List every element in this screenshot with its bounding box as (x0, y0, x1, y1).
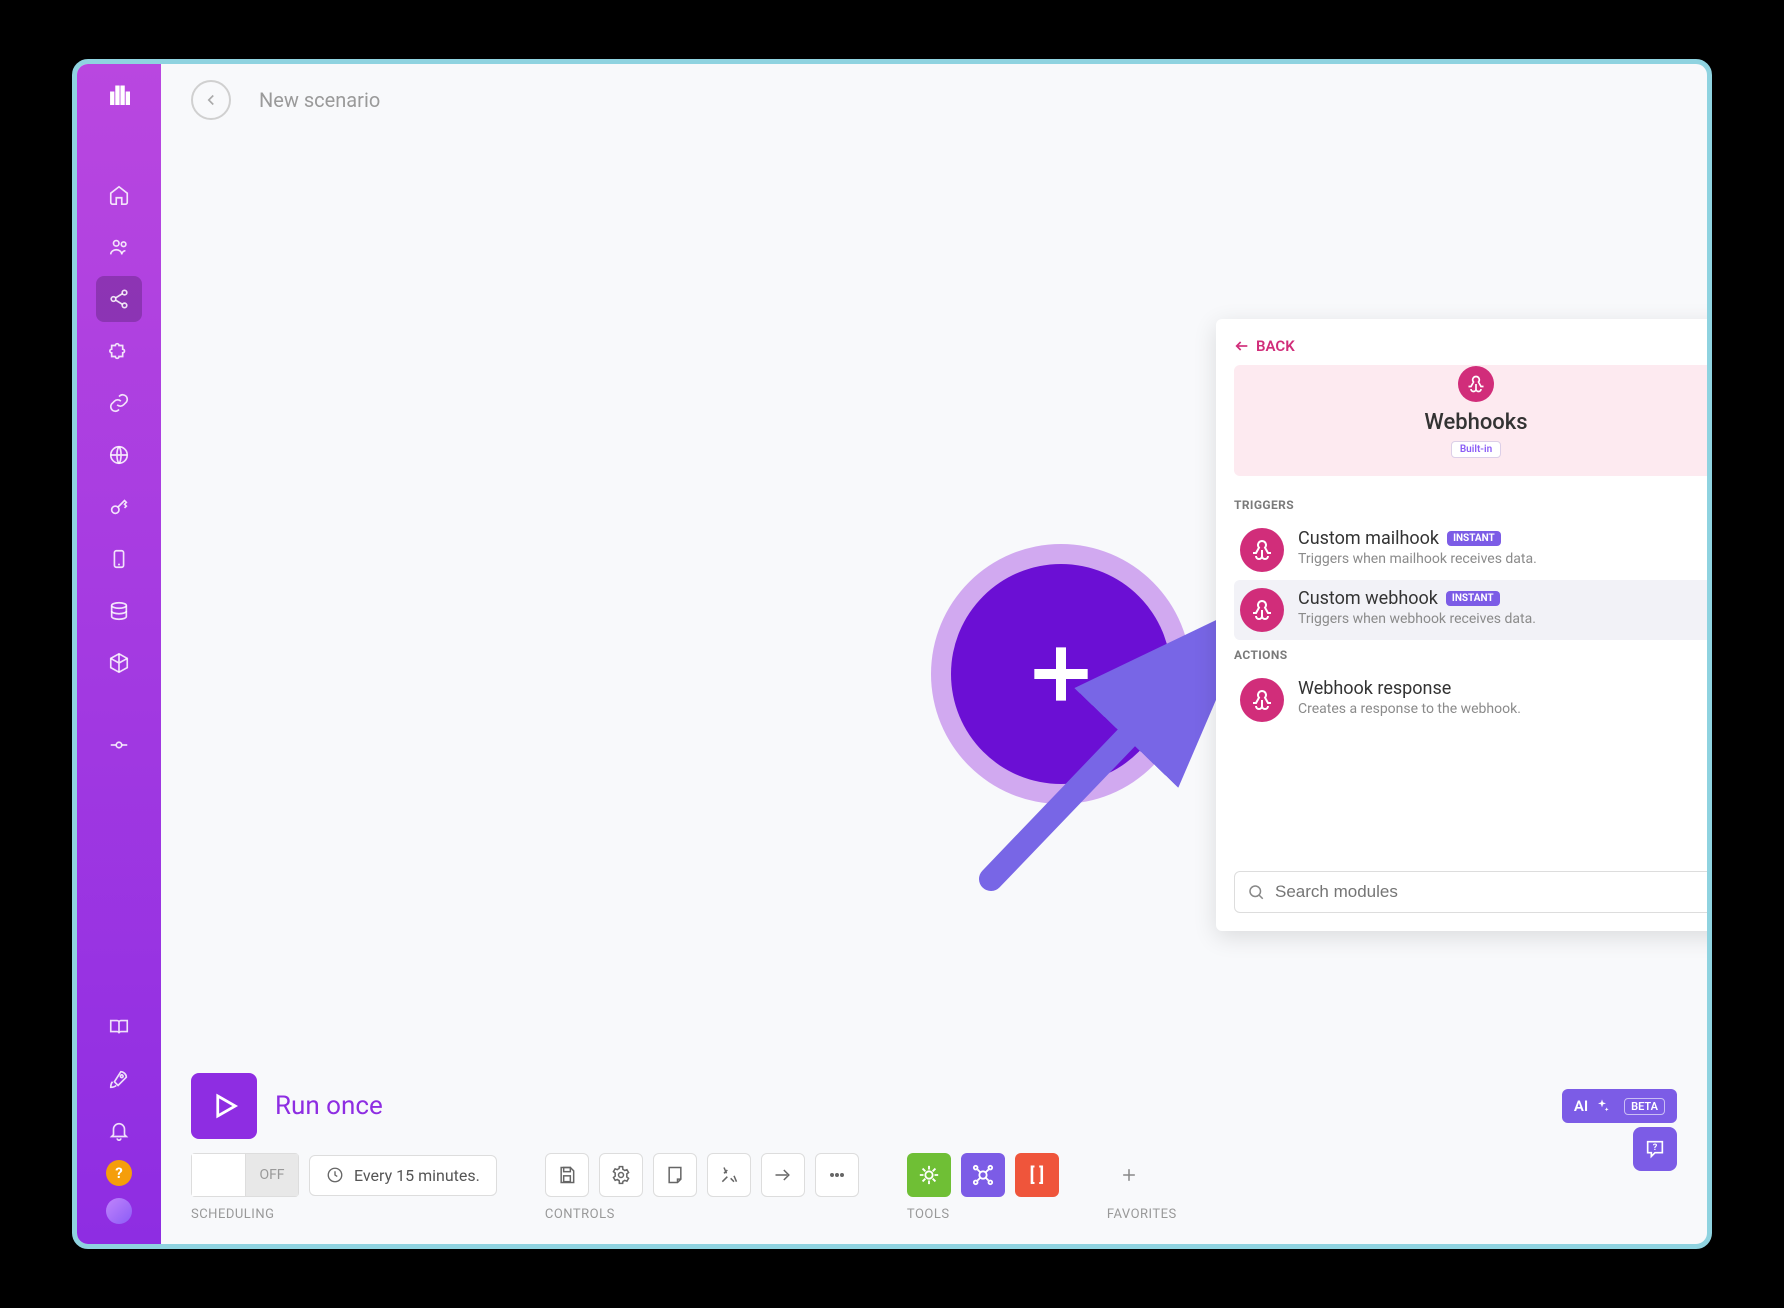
canvas[interactable]: New scenario BACK Webhooks Bu (161, 64, 1707, 1244)
actions-section-label: ACTIONS (1234, 648, 1712, 662)
more-button[interactable] (815, 1153, 859, 1197)
save-button[interactable] (545, 1153, 589, 1197)
logo: ıllı (108, 82, 129, 112)
scheduling-group: OFF Every 15 minutes. SCHEDULING (191, 1153, 497, 1222)
sidebar-avatar[interactable] (106, 1198, 132, 1224)
add-favorite-button[interactable] (1107, 1153, 1151, 1197)
panel-back-button[interactable]: BACK (1234, 337, 1712, 355)
switch-off-label: OFF (246, 1154, 298, 1196)
tools-label: TOOLS (907, 1207, 1059, 1222)
sidebar-database-icon[interactable] (96, 588, 142, 634)
sidebar-cube-icon[interactable] (96, 640, 142, 686)
scheduling-label: SCHEDULING (191, 1207, 497, 1222)
module-webhook-response[interactable]: Webhook response Creates a response to t… (1234, 670, 1712, 730)
ai-label: AI (1574, 1097, 1588, 1115)
sidebar-help-icon[interactable]: ? (106, 1160, 132, 1186)
favorites-group: FAVORITES (1107, 1153, 1177, 1222)
module-desc: Triggers when mailhook receives data. (1298, 551, 1537, 567)
schedule-button[interactable]: Every 15 minutes. (309, 1155, 497, 1196)
controls-label: CONTROLS (545, 1207, 859, 1222)
auto-align-button[interactable] (707, 1153, 751, 1197)
scenario-switch[interactable]: OFF (191, 1153, 299, 1197)
sidebar: ıllı ? (77, 64, 161, 1244)
module-desc: Creates a response to the webhook. (1298, 701, 1521, 717)
instant-badge: INSTANT (1447, 531, 1501, 546)
sidebar-rocket-icon[interactable] (96, 1056, 142, 1102)
sidebar-commit-icon[interactable] (96, 722, 142, 768)
search-input[interactable] (1275, 882, 1705, 902)
sidebar-device-icon[interactable] (96, 536, 142, 582)
favorites-label: FAVORITES (1107, 1207, 1177, 1222)
panel-back-label: BACK (1256, 337, 1295, 355)
triggers-section-label: TRIGGERS (1234, 498, 1712, 512)
panel-header: Webhooks Built-in (1234, 365, 1712, 476)
module-title: Webhook response (1298, 678, 1451, 699)
schedule-text: Every 15 minutes. (354, 1166, 480, 1185)
sidebar-link-icon[interactable] (96, 380, 142, 426)
scenario-title[interactable]: New scenario (259, 88, 380, 112)
run-button[interactable] (191, 1073, 257, 1139)
clock-icon (326, 1166, 344, 1184)
help-fab[interactable]: ? (1633, 1127, 1677, 1171)
panel-title: Webhooks (1252, 410, 1700, 435)
sidebar-key-icon[interactable] (96, 484, 142, 530)
sidebar-puzzle-icon[interactable] (96, 328, 142, 374)
notes-button[interactable] (653, 1153, 697, 1197)
module-title: Custom mailhook (1298, 528, 1439, 549)
sidebar-globe-icon[interactable] (96, 432, 142, 478)
svg-text:?: ? (1653, 1143, 1658, 1153)
tools-group: [ ] TOOLS (907, 1153, 1059, 1222)
footer: Run once AI BETA OFF (191, 1073, 1677, 1222)
sidebar-home-icon[interactable] (96, 172, 142, 218)
webhooks-icon (1240, 588, 1284, 632)
tool-flow-control[interactable] (907, 1153, 951, 1197)
sidebar-share-icon[interactable] (96, 276, 142, 322)
sidebar-bell-icon[interactable] (96, 1108, 142, 1154)
module-custom-webhook[interactable]: Custom webhook INSTANT Triggers when webh… (1234, 580, 1712, 640)
webhooks-icon (1240, 678, 1284, 722)
run-label: Run once (275, 1091, 383, 1121)
webhooks-icon (1458, 366, 1494, 402)
sidebar-book-icon[interactable] (96, 1004, 142, 1050)
topbar: New scenario (161, 64, 1707, 136)
module-picker-panel: BACK Webhooks Built-in TRIGGERS Custom m… (1216, 319, 1712, 931)
module-desc: Triggers when webhook receives data. (1298, 611, 1536, 627)
builtin-badge: Built-in (1451, 441, 1501, 458)
explain-flow-button[interactable] (761, 1153, 805, 1197)
webhooks-icon (1240, 528, 1284, 572)
search-modules[interactable] (1234, 871, 1712, 913)
beta-badge: BETA (1624, 1098, 1665, 1115)
ai-button[interactable]: AI BETA (1562, 1089, 1677, 1123)
tool-tools[interactable] (961, 1153, 1005, 1197)
sidebar-users-icon[interactable] (96, 224, 142, 270)
settings-button[interactable] (599, 1153, 643, 1197)
back-button[interactable] (191, 80, 231, 120)
app-window: ıllı ? New scenario (72, 59, 1712, 1249)
search-icon (1247, 883, 1265, 901)
sparkle-icon (1594, 1098, 1610, 1114)
instant-badge: INSTANT (1446, 591, 1500, 606)
controls-group: CONTROLS (545, 1153, 859, 1222)
tool-text-parser[interactable]: [ ] (1015, 1153, 1059, 1197)
module-title: Custom webhook (1298, 588, 1438, 609)
module-custom-mailhook[interactable]: Custom mailhook INSTANT Triggers when mai… (1234, 520, 1712, 580)
add-module-button[interactable] (931, 544, 1191, 804)
